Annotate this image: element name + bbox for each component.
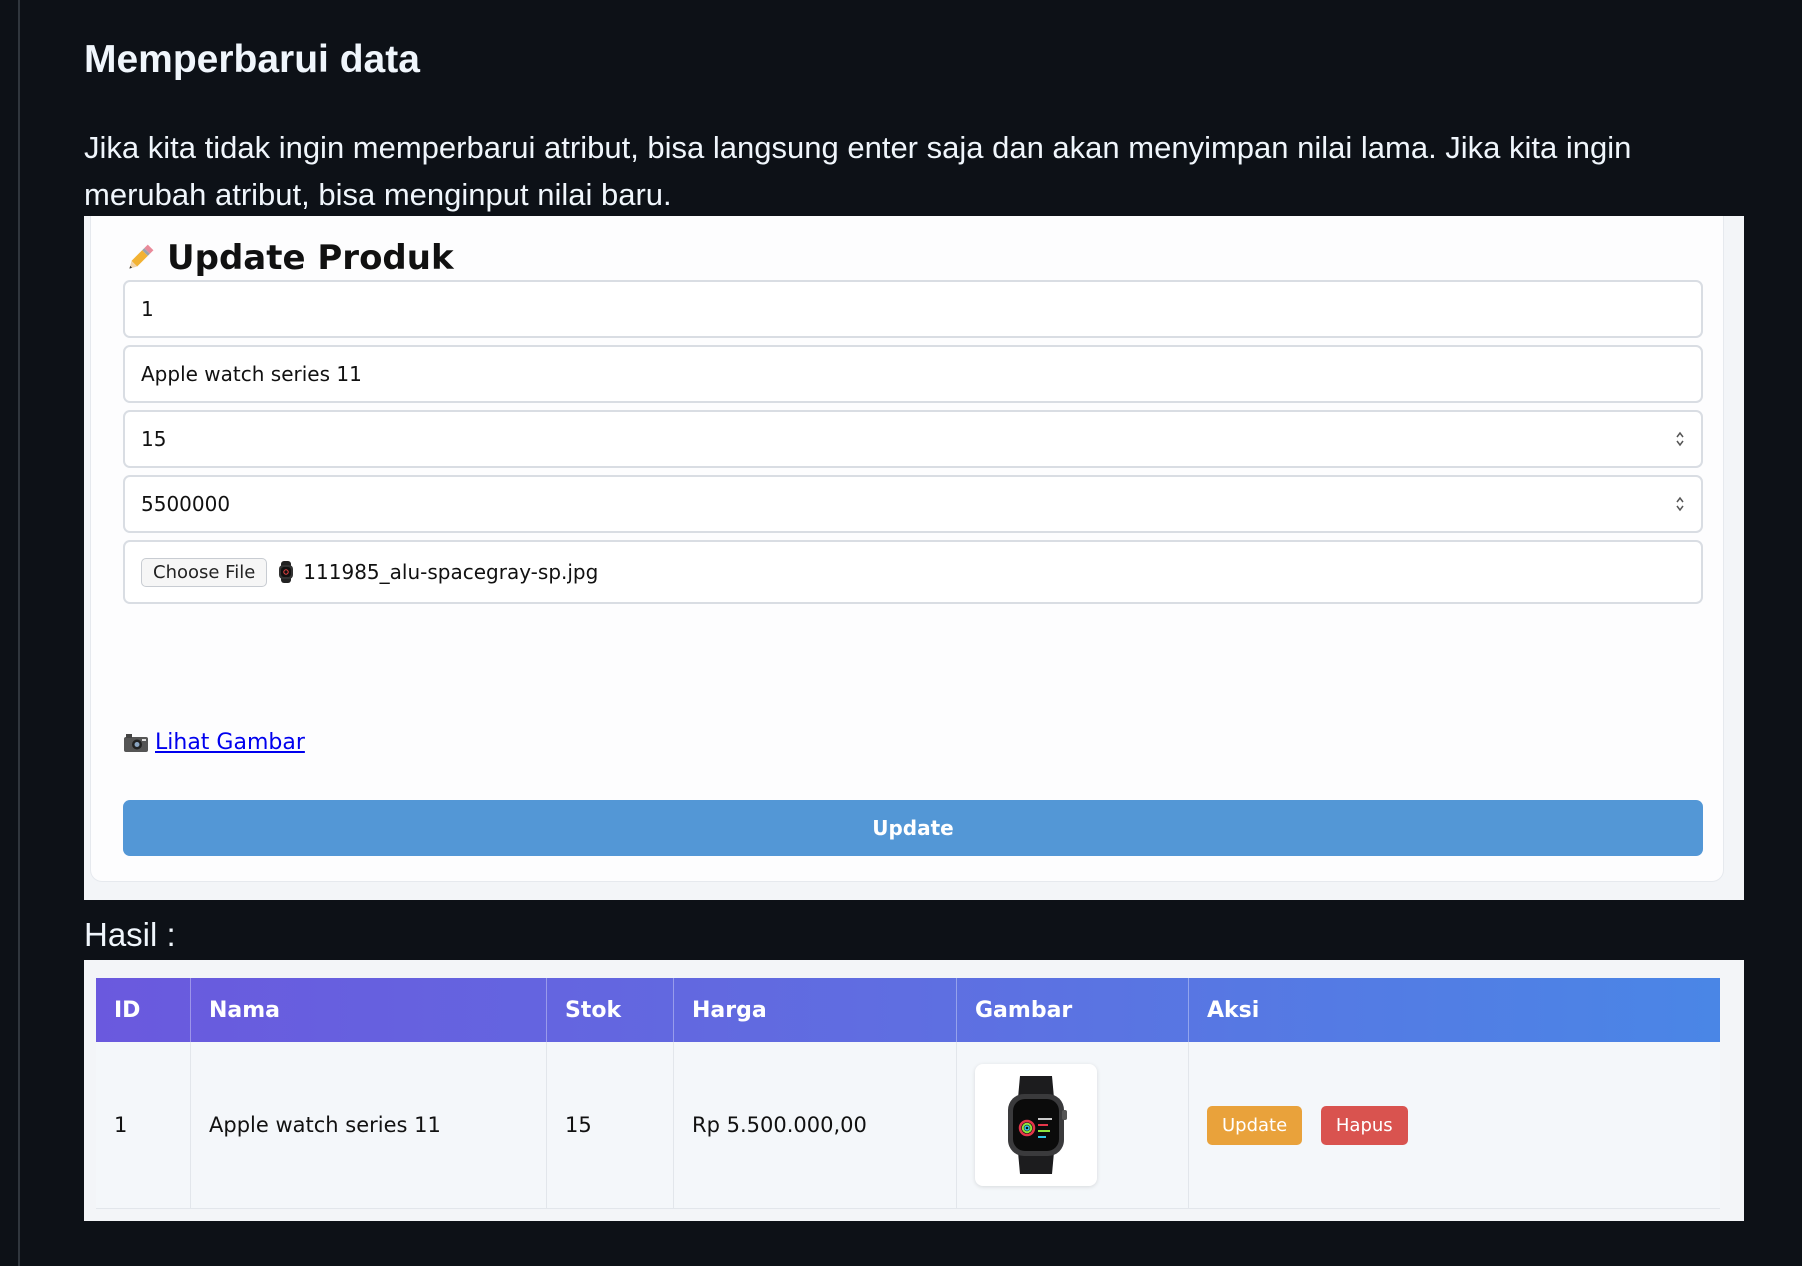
- header-id: ID: [96, 978, 191, 1042]
- spinner-arrows-icon[interactable]: [1675, 494, 1685, 514]
- view-image-link[interactable]: Lihat Gambar: [155, 730, 305, 755]
- id-input[interactable]: 1: [123, 280, 1703, 338]
- row-update-button[interactable]: Update: [1207, 1105, 1303, 1145]
- cell-name: Apple watch series 11: [190, 1042, 547, 1209]
- selected-file-name: 111985_alu-spacegray-sp.jpg: [303, 560, 599, 584]
- pencil-icon: [129, 244, 154, 269]
- cell-stock: 15: [546, 1042, 674, 1209]
- id-input-value: 1: [141, 297, 154, 321]
- header-name: Nama: [190, 978, 547, 1042]
- stock-input[interactable]: 15: [123, 410, 1703, 468]
- price-input[interactable]: 5500000: [123, 475, 1703, 533]
- image-file-input[interactable]: Choose File 111985_alu-spacegray-sp.jpg: [123, 540, 1703, 604]
- form-title: Update Produk: [123, 238, 454, 278]
- row-delete-button[interactable]: Hapus: [1320, 1105, 1408, 1145]
- update-submit-button[interactable]: Update: [123, 800, 1703, 856]
- cell-id: 1: [96, 1042, 191, 1209]
- price-input-value: 5500000: [141, 492, 231, 516]
- result-label: Hasil :: [84, 916, 176, 953]
- section-heading: Memperbarui data: [84, 38, 420, 81]
- cell-image: [956, 1042, 1189, 1209]
- section-description: Jika kita tidak ingin memperbarui atribu…: [84, 130, 1632, 212]
- result-table-screenshot: ID Nama Stok Harga Gambar Aksi 1 Apple w…: [84, 960, 1744, 1221]
- table-row: 1 Apple watch series 11 15 Rp 5.500.000,…: [96, 1042, 1720, 1209]
- watch-file-icon: [279, 561, 294, 583]
- update-form-card: Update Produk 1 Apple watch series 11 15…: [90, 216, 1724, 882]
- stock-input-value: 15: [141, 427, 167, 451]
- spinner-arrows-icon[interactable]: [1675, 429, 1685, 449]
- form-title-text: Update Produk: [167, 238, 454, 278]
- header-image: Gambar: [956, 978, 1189, 1042]
- table-header-row: ID Nama Stok Harga Gambar Aksi: [96, 978, 1720, 1042]
- header-actions: Aksi: [1207, 997, 1260, 1023]
- left-border-rule: [18, 0, 20, 1266]
- cell-actions: Update Hapus: [1188, 1042, 1720, 1209]
- header-price: Harga: [673, 978, 957, 1042]
- product-table: ID Nama Stok Harga Gambar Aksi 1 Apple w…: [96, 978, 1720, 1209]
- name-input[interactable]: Apple watch series 11: [123, 345, 1703, 403]
- cell-price: Rp 5.500.000,00: [673, 1042, 957, 1209]
- product-thumbnail[interactable]: [975, 1064, 1097, 1186]
- apple-watch-image: [1008, 1076, 1067, 1174]
- choose-file-button[interactable]: Choose File: [141, 557, 268, 587]
- name-input-value: Apple watch series 11: [141, 362, 362, 386]
- camera-icon: [124, 733, 148, 752]
- update-form-screenshot: Update Produk 1 Apple watch series 11 15…: [84, 216, 1744, 900]
- header-stock: Stok: [546, 978, 674, 1042]
- view-image-row: Lihat Gambar: [123, 730, 305, 755]
